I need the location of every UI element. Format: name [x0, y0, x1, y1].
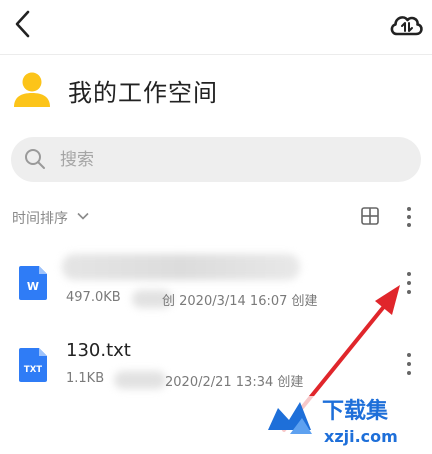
- file-date: 创 2020/3/14 16:07 创建: [162, 294, 318, 309]
- page-title: 我的工作空间: [68, 79, 218, 107]
- grid-view-icon[interactable]: [361, 207, 379, 225]
- header-divider: [0, 54, 432, 55]
- file-owner-redacted: [114, 371, 166, 389]
- word-file-icon: W: [19, 266, 47, 300]
- svg-text:xzji.com: xzji.com: [324, 427, 398, 446]
- svg-text:TXT: TXT: [24, 365, 42, 375]
- user-icon: [14, 72, 50, 107]
- txt-file-icon: TXT: [19, 348, 47, 382]
- svg-text:W: W: [27, 280, 39, 293]
- back-button[interactable]: [8, 6, 40, 42]
- watermark-graphic: 下载集 xzji.com: [264, 396, 398, 446]
- cloud-sync-icon: [390, 16, 423, 36]
- file-size: 1.1KB: [66, 371, 105, 386]
- avatar: [13, 71, 51, 109]
- file-size: 497.0KB: [66, 290, 121, 305]
- more-options-icon[interactable]: [403, 206, 415, 228]
- chevron-down-icon[interactable]: [77, 210, 89, 222]
- file-more-options-icon[interactable]: [403, 352, 415, 376]
- chevron-left-icon: [15, 10, 30, 38]
- sort-dropdown-label[interactable]: 时间排序: [12, 208, 68, 228]
- watermark-logo: 下载集 xzji.com: [264, 390, 432, 450]
- cloud-sync-button[interactable]: [386, 8, 426, 42]
- search-icon: [25, 149, 45, 169]
- file-more-options-icon[interactable]: [403, 271, 415, 295]
- svg-text:下载集: 下载集: [322, 398, 389, 424]
- search-input[interactable]: [58, 146, 362, 174]
- file-date: 2020/2/21 13:34 创建: [165, 375, 304, 390]
- file-name-redacted: [62, 254, 300, 280]
- file-name: 130.txt: [66, 340, 131, 361]
